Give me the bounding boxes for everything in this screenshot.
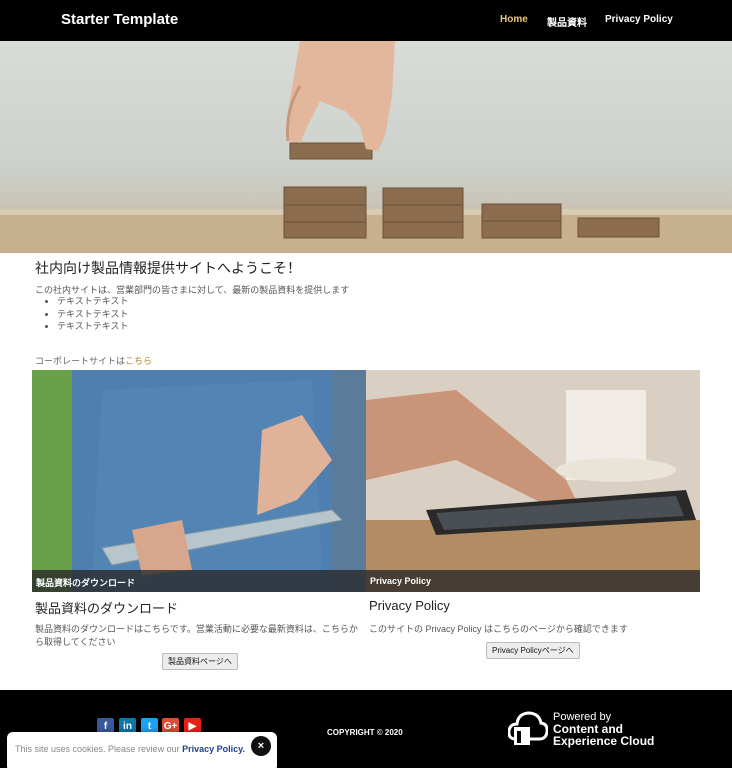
- powered-by-line3: Experience Cloud: [553, 734, 655, 748]
- navbar: Starter Template Home 製品資料 Privacy Polic…: [0, 0, 732, 41]
- corporate-site-line: コーポレートサイトはこちら: [35, 354, 152, 367]
- cloud-logo-icon: [508, 711, 548, 745]
- card-title: 製品資料のダウンロード: [35, 601, 179, 616]
- copyright: COPYRIGHT © 2020: [327, 728, 403, 737]
- card-text: このサイトの Privacy Policy はこちらのページから確認できます: [369, 624, 628, 634]
- list-item: テキストテキスト: [57, 295, 128, 308]
- card-privacy-policy: Privacy Policy Privacy Policy このサイトの Pri…: [366, 370, 700, 659]
- card-text: 製品資料のダウンロードはこちらです。営業活動に必要な最新資料は、こちらから取得し…: [35, 624, 358, 647]
- product-docs-button[interactable]: 製品資料ページへ: [162, 653, 238, 670]
- nav-privacy-policy[interactable]: Privacy Policy: [605, 14, 673, 25]
- card-product-docs: 製品資料のダウンロード 製品資料のダウンロード 製品資料のダウンロードはこちらで…: [32, 370, 366, 670]
- privacy-policy-button[interactable]: Privacy Policyページへ: [486, 642, 580, 659]
- cookie-text: This site uses cookies. Please review ou…: [15, 744, 245, 754]
- cookie-message: This site uses cookies. Please review ou…: [15, 744, 183, 754]
- cookie-banner: This site uses cookies. Please review ou…: [7, 732, 277, 768]
- corporate-site-prefix: コーポレートサイトは: [35, 356, 126, 366]
- intro-list: テキストテキスト テキストテキスト テキストテキスト: [57, 295, 128, 333]
- card-caption: Privacy Policy: [366, 570, 700, 592]
- card-caption: 製品資料のダウンロード: [32, 570, 366, 592]
- list-item: テキストテキスト: [57, 320, 128, 333]
- brand-title[interactable]: Starter Template: [61, 11, 178, 28]
- close-icon[interactable]: ×: [251, 736, 271, 756]
- card-title: Privacy Policy: [369, 598, 450, 613]
- nav-home[interactable]: Home: [500, 14, 528, 25]
- nav-product-docs[interactable]: 製品資料: [547, 14, 587, 29]
- card-image[interactable]: Privacy Policy: [366, 370, 700, 592]
- corporate-site-link[interactable]: こちら: [125, 356, 152, 366]
- hero-image: [0, 41, 732, 253]
- powered-by-logo: Powered by Content and Experience Cloud: [553, 711, 654, 747]
- card-image[interactable]: 製品資料のダウンロード: [32, 370, 366, 592]
- cookie-privacy-link[interactable]: Privacy Policy.: [182, 744, 245, 754]
- page-title: 社内向け製品情報提供サイトへようこそ！: [35, 260, 301, 276]
- list-item: テキストテキスト: [57, 308, 128, 321]
